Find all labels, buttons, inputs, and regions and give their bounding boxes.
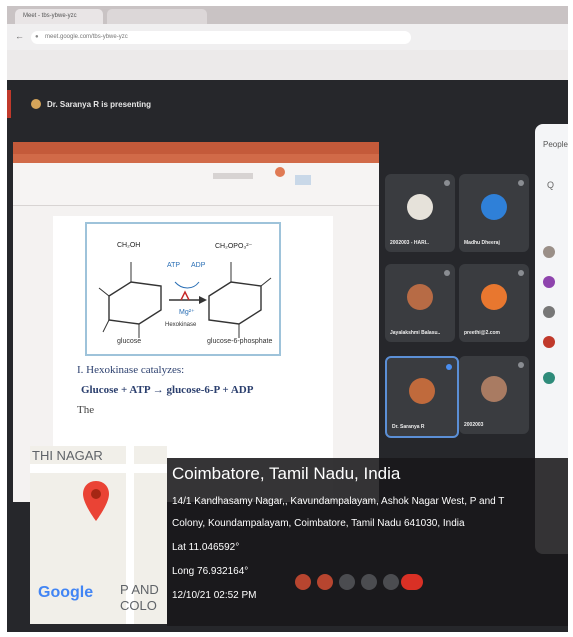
end-call-button[interactable] [401,574,423,590]
label-adp: ADP [191,262,206,269]
record-indicator [7,90,11,118]
back-icon[interactable]: ← [15,31,24,41]
presenter-banner: Dr. Saranya R is presenting [47,100,152,109]
avatar [407,194,433,220]
list-item[interactable] [543,246,555,258]
label-glucose: glucose [117,338,142,345]
participant-name: Madhu Dheeraj [464,240,500,246]
avatar [481,376,507,402]
hexokinase-diagram: CH₂OH CH₂OPO₃²⁻ ATP ADP Mg²⁺ Hexokinase … [85,222,281,356]
avatar [481,284,507,310]
mic-button[interactable] [295,574,311,590]
participant-tile[interactable]: 2002003 - HARI.. [385,174,455,252]
share-icon [275,167,285,177]
participant-name: preethi@2.com [464,330,500,336]
url-text: meet.google.com/tbs-ybwe-yzc [45,34,128,40]
map-area-label: COLO [120,598,157,613]
mic-off-icon [518,362,524,368]
mic-off-icon [444,180,450,186]
map-area-label: P AND [120,582,159,597]
presenter-avatar-icon [31,99,41,109]
screen-photo: Meet - tbs-ybwe-yzc ← ● meet.google.com/… [7,6,568,632]
map-street-label: THI NAGAR [32,448,103,463]
slide-heading: I. Hexokinase catalyzes: [77,364,185,376]
latitude: Lat 11.046592° [172,542,240,553]
bookmarks-area [7,50,568,80]
participant-tile[interactable]: Dr. Saranya R [385,356,459,438]
search-icon[interactable]: Q [547,180,554,190]
label-ch2oh: CH₂OH [117,242,141,249]
google-logo: Google [38,584,94,601]
list-item[interactable] [543,372,555,384]
address-bar: ← ● meet.google.com/tbs-ybwe-yzc [7,24,568,50]
label-g6p: glucose-6-phosphate [207,338,273,345]
list-item[interactable] [543,336,555,348]
captions-button[interactable] [339,574,355,590]
tab-label: Meet - tbs-ybwe-yzc [23,13,77,19]
browser-tab-bar: Meet - tbs-ybwe-yzc [7,6,568,24]
lock-icon: ● [35,34,39,40]
mic-off-icon [518,270,524,276]
participant-name: Jayalakshmi Balasu.. [390,330,441,336]
participant-tile[interactable]: 2002003 [459,356,529,434]
location-map: THI NAGAR Google P AND COLO [30,446,167,624]
participant-name: 2002003 - HARI.. [390,240,429,246]
url-input[interactable]: ● meet.google.com/tbs-ybwe-yzc [31,31,411,44]
bold-icon [213,173,253,179]
ppt-titlebar [13,142,379,154]
browser-tab-2[interactable] [107,9,207,24]
participant-name: 2002003 [464,422,484,428]
location-pin-icon [83,481,109,521]
shapes-icon [295,175,311,185]
present-button[interactable] [361,574,377,590]
longitude: Long 76.932164° [172,566,249,577]
camera-button[interactable] [317,574,333,590]
participant-name: Dr. Saranya R [392,424,425,430]
avatar [409,378,435,404]
more-options-button[interactable] [383,574,399,590]
participant-tile[interactable]: Jayalakshmi Balasu.. [385,264,455,342]
mic-off-icon [444,270,450,276]
label-enzyme: Hexokinase [165,322,197,328]
speaking-icon [446,364,452,370]
label-ch2opo3: CH₂OPO₃²⁻ [215,243,253,250]
ppt-menu-bar [13,154,379,163]
browser-tab-meet[interactable]: Meet - tbs-ybwe-yzc [15,9,103,24]
timestamp: 12/10/21 02:52 PM [172,590,257,601]
slide-equation: Glucose + ATP → glucose-6-P + ADP [81,384,254,396]
avatar [481,194,507,220]
ppt-ribbon [13,163,379,206]
list-item[interactable] [543,276,555,288]
list-item[interactable] [543,306,555,318]
map-road [30,464,167,473]
participant-tile[interactable]: Madhu Dheeraj [459,174,529,252]
panel-title: People [543,140,568,149]
participant-tile[interactable]: preethi@2.com [459,264,529,342]
address-line: 14/1 Kandhasamy Nagar,, Kavundampalayam,… [172,496,505,507]
label-mg: Mg²⁺ [179,309,195,316]
avatar [407,284,433,310]
slide-body: The [77,404,95,416]
label-atp: ATP [167,262,181,269]
address-line: Colony, Koundampalayam, Coimbatore, Tami… [172,518,465,529]
mic-off-icon [518,180,524,186]
location-title: Coimbatore, Tamil Nadu, India [172,464,401,483]
